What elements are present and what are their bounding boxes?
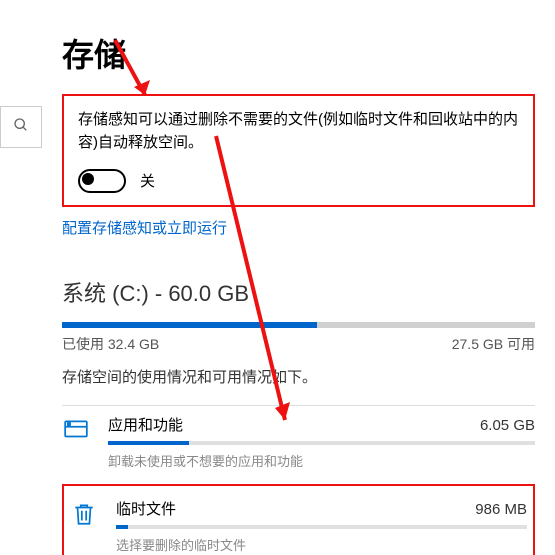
category-bar — [108, 441, 535, 445]
drive-used-label: 已使用 32.4 GB — [62, 334, 159, 354]
category-title: 应用和功能 — [108, 414, 183, 435]
category-size: 6.05 GB — [480, 417, 535, 434]
drive-heading: 系统 (C:) - 60.0 GB — [62, 276, 535, 308]
configure-storage-sense-link[interactable]: 配置存储感知或立即运行 — [62, 217, 227, 238]
storage-sense-toggle-label: 关 — [140, 170, 155, 191]
drive-usage-intro: 存储空间的使用情况和可用情况如下。 — [62, 366, 535, 387]
apps-icon — [62, 416, 90, 444]
trash-icon — [70, 500, 98, 528]
category-title: 临时文件 — [116, 498, 176, 519]
category-temp[interactable]: 临时文件 986 MB 选择要删除的临时文件 — [70, 490, 527, 555]
storage-sense-description: 存储感知可以通过删除不需要的文件(例如临时文件和回收站中的内容)自动释放空间。 — [78, 108, 519, 155]
category-hint: 卸载未使用或不想要的应用和功能 — [108, 451, 535, 470]
page-title: 存储 — [62, 30, 535, 76]
search-button[interactable] — [0, 106, 42, 148]
storage-sense-panel: 存储感知可以通过删除不需要的文件(例如临时文件和回收站中的内容)自动释放空间。 … — [62, 94, 535, 207]
drive-free-label: 27.5 GB 可用 — [452, 334, 535, 354]
category-apps[interactable]: 应用和功能 6.05 GB 卸载未使用或不想要的应用和功能 — [62, 405, 535, 484]
category-bar — [116, 525, 527, 529]
category-size: 986 MB — [475, 501, 527, 518]
storage-sense-toggle[interactable] — [78, 169, 126, 193]
drive-usage-bar — [62, 322, 535, 328]
search-icon — [13, 117, 29, 137]
category-hint: 选择要删除的临时文件 — [116, 535, 527, 554]
